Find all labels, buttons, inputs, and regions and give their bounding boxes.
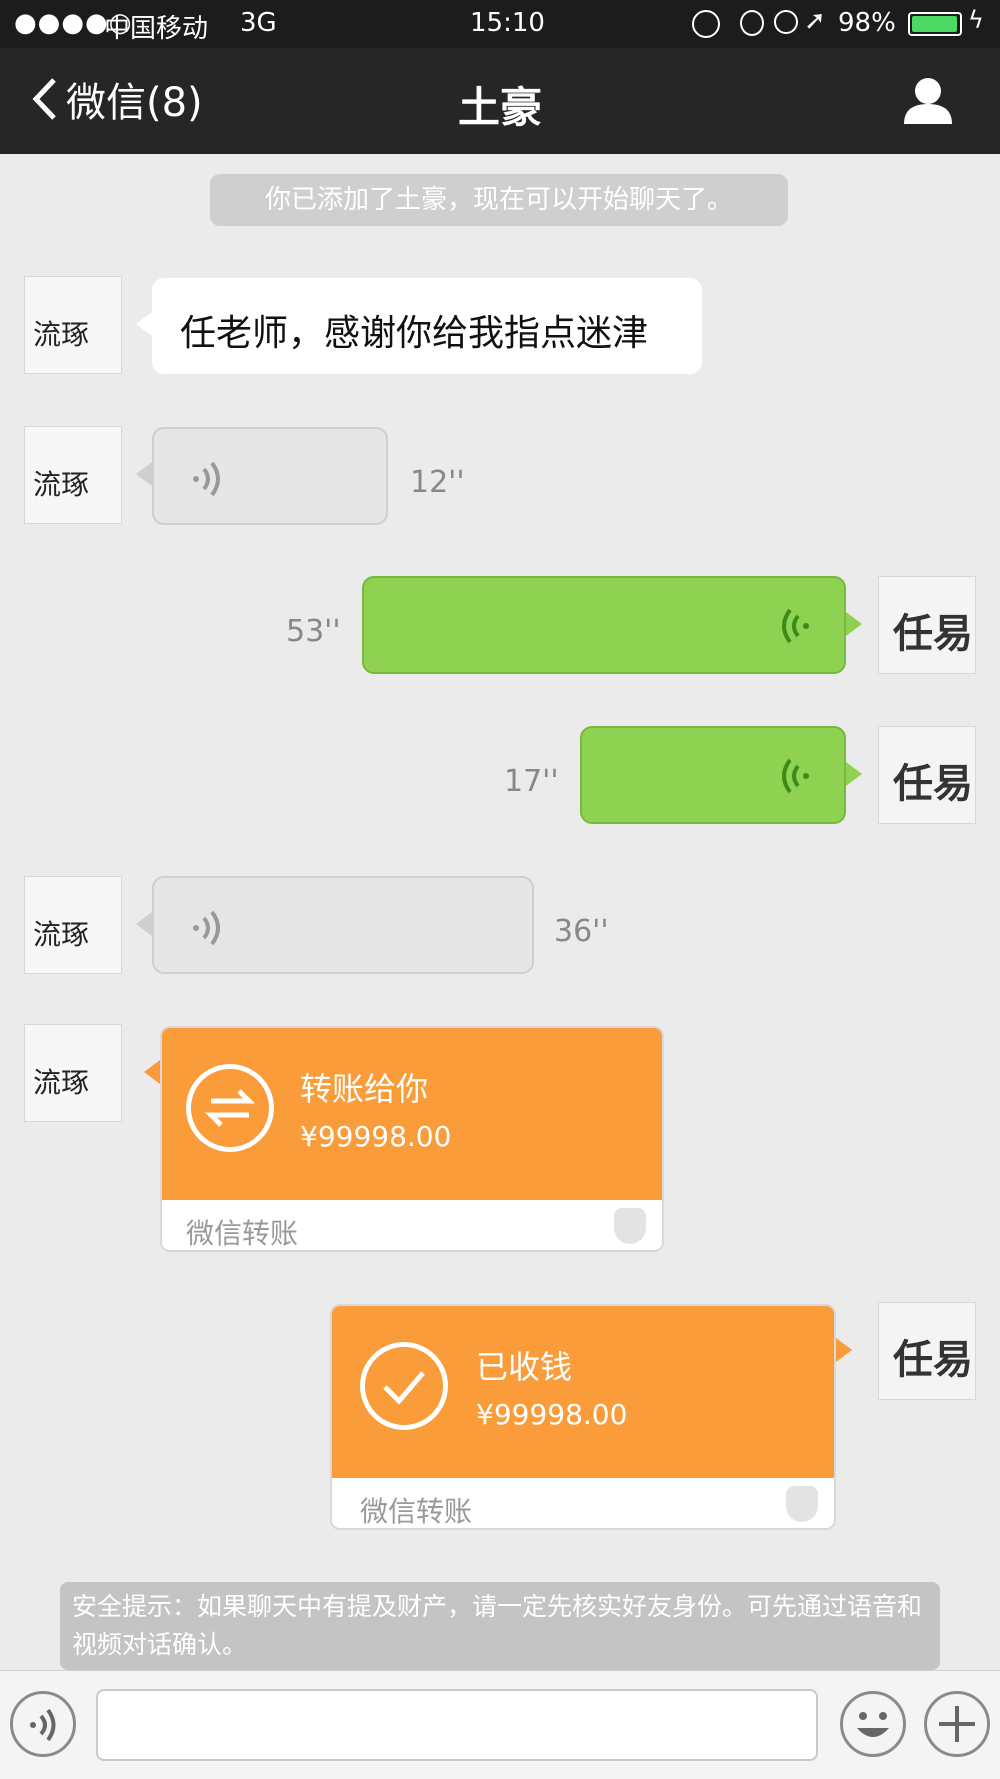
- voice-message-bubble[interactable]: [152, 427, 388, 525]
- bubble-tail: [846, 612, 862, 636]
- my-avatar[interactable]: 任易: [878, 576, 976, 674]
- transfer-card[interactable]: 已收钱 ¥99998.00 微信转账: [330, 1304, 836, 1530]
- nav-bar: 土豪 微信(8): [0, 48, 1000, 154]
- voice-wave-icon: [193, 461, 220, 497]
- contact-avatar[interactable]: 流琢: [24, 1024, 122, 1122]
- transfer-amount: ¥99998.00: [476, 1398, 628, 1431]
- person-icon[interactable]: [900, 76, 956, 126]
- transfer-card-header: 转账给你 ¥99998.00: [162, 1028, 662, 1200]
- transfer-card-footer: 微信转账: [332, 1478, 834, 1528]
- clock: 15:10: [470, 8, 545, 38]
- transfer-arrows-icon: [186, 1064, 274, 1152]
- more-button[interactable]: [924, 1691, 990, 1757]
- location-icon: ➚: [804, 6, 826, 36]
- wechat-shield-icon: [786, 1486, 818, 1522]
- my-avatar[interactable]: 任易: [878, 726, 976, 824]
- bubble-tail: [136, 312, 152, 336]
- voice-message-bubble[interactable]: [362, 576, 846, 674]
- bubble-tail: [136, 912, 152, 936]
- voice-duration: 36'': [554, 914, 609, 949]
- voice-message-bubble[interactable]: [152, 876, 534, 974]
- back-button[interactable]: 微信(8): [30, 70, 203, 128]
- charging-icon: ϟ: [968, 6, 984, 34]
- avatar-calligraphy: 流琢: [33, 918, 90, 951]
- transfer-title: 已收钱: [476, 1348, 573, 1386]
- plus-icon: [939, 1706, 975, 1742]
- transfer-footer-label: 微信转账: [360, 1495, 473, 1528]
- transfer-card[interactable]: 转账给你 ¥99998.00 微信转账: [160, 1026, 664, 1252]
- network-type: 3G: [240, 8, 277, 38]
- status-bar: ●●●●○ 中国移动 3G 15:10 ➚ 98% ϟ: [0, 0, 1000, 48]
- rotation-lock-icon: [740, 10, 764, 36]
- alarm-icon: [774, 10, 798, 34]
- voice-input-button[interactable]: [10, 1691, 76, 1757]
- voice-duration: 17'': [504, 764, 559, 799]
- contact-avatar[interactable]: 流琢: [24, 276, 122, 374]
- voice-duration: 53'': [286, 614, 341, 649]
- bubble-tail: [846, 762, 862, 786]
- input-bar: [0, 1670, 1000, 1779]
- battery-fill: [912, 16, 957, 32]
- my-avatar[interactable]: 任易: [878, 1302, 976, 1400]
- checkmark-icon: [360, 1342, 448, 1430]
- wechat-shield-icon: [614, 1208, 646, 1244]
- battery-percent: 98%: [838, 8, 896, 38]
- battery-icon: [908, 12, 962, 36]
- bubble-tail: [836, 1338, 852, 1362]
- avatar-logo-text: 任易: [893, 761, 973, 807]
- bubble-tail: [136, 462, 152, 486]
- voice-message-bubble[interactable]: [580, 726, 846, 824]
- security-tip: 安全提示：如果聊天中有提及财产，请一定先核实好友身份。可先通过语音和视频对话确认…: [60, 1582, 940, 1670]
- contact-avatar[interactable]: 流琢: [24, 426, 122, 524]
- text-message-bubble[interactable]: 任老师，感谢你给我指点迷津: [152, 278, 702, 374]
- transfer-title: 转账给你: [300, 1070, 429, 1108]
- transfer-card-header: 已收钱 ¥99998.00: [332, 1306, 834, 1478]
- sync-icon: [692, 10, 720, 38]
- message-text: 任老师，感谢你给我指点迷津: [180, 313, 649, 354]
- avatar-calligraphy: 流琢: [33, 1066, 90, 1099]
- bubble-tail: [144, 1060, 160, 1084]
- voice-duration: 12'': [410, 465, 465, 500]
- avatar-logo-text: 任易: [893, 1337, 973, 1383]
- contact-avatar[interactable]: 流琢: [24, 876, 122, 974]
- transfer-card-footer: 微信转账: [162, 1200, 662, 1250]
- chevron-left-icon: [32, 78, 56, 120]
- voice-wave-icon: [193, 910, 220, 946]
- carrier-name: 中国移动: [104, 14, 209, 44]
- back-label: 微信(8): [66, 80, 203, 126]
- system-notice: 你已添加了土豪，现在可以开始聊天了。: [210, 174, 788, 226]
- avatar-logo-text: 任易: [893, 611, 973, 657]
- avatar-calligraphy: 流琢: [33, 318, 90, 351]
- transfer-amount: ¥99998.00: [300, 1120, 452, 1153]
- smiley-icon: [857, 1712, 889, 1737]
- voice-wave-icon: [782, 608, 809, 644]
- voice-wave-icon: [782, 758, 809, 794]
- emoji-button[interactable]: [840, 1691, 906, 1757]
- voice-wave-icon: [30, 1708, 56, 1742]
- message-input[interactable]: [96, 1689, 818, 1761]
- avatar-calligraphy: 流琢: [33, 468, 90, 501]
- transfer-footer-label: 微信转账: [186, 1217, 299, 1250]
